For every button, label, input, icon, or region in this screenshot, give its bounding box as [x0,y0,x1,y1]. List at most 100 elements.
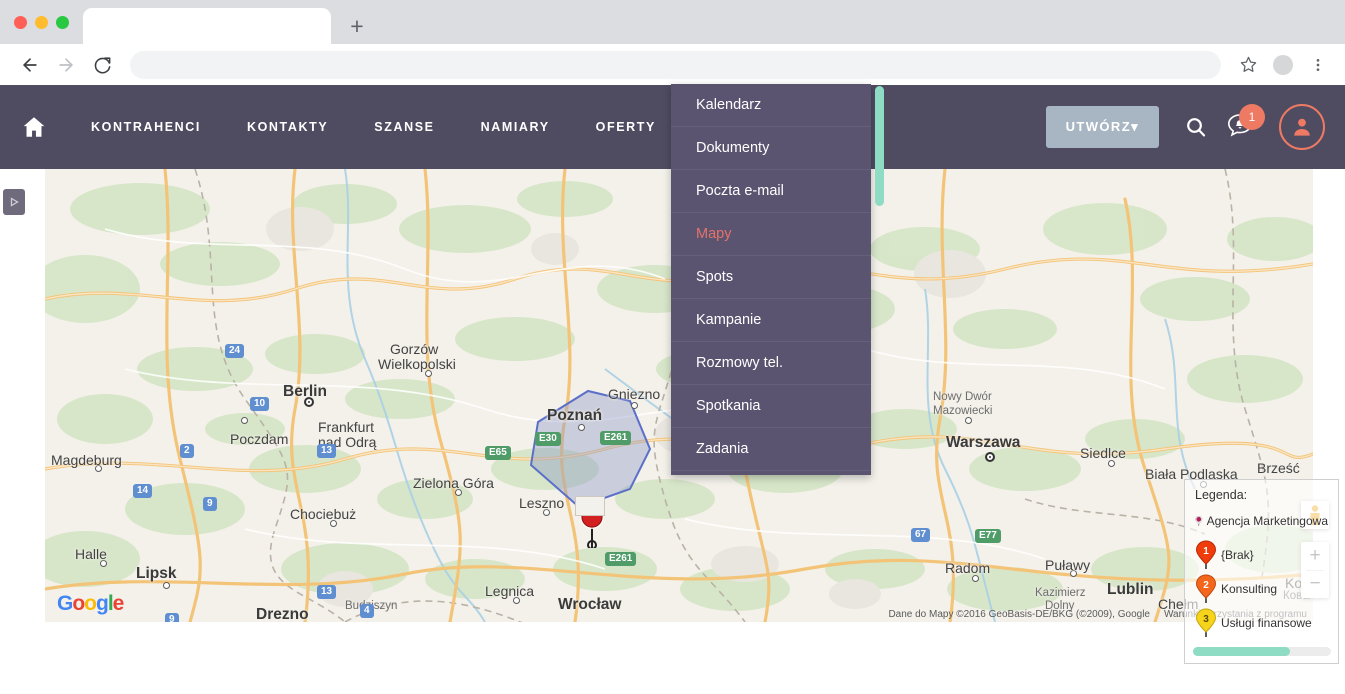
address-bar[interactable] [130,50,1221,79]
forward-arrow-icon[interactable] [50,49,82,81]
map-city-label: Gniezno [608,386,661,402]
browser-tabstrip: + [0,0,1345,44]
map-pin-icon: 3 [1195,608,1217,637]
reload-icon[interactable] [86,49,118,81]
map-road-shield: 4 [360,604,374,618]
map-city-label: Halle [75,546,107,562]
map-pin-icon [1195,515,1203,526]
browser-toolbar [0,44,1345,85]
legend-title: Legenda: [1195,488,1248,502]
dropdown-item-kampanie[interactable]: Kampanie [671,299,871,342]
map-road-shield: 24 [225,344,245,358]
dropdown-item-poczta-email[interactable]: Poczta e-mail [671,170,871,213]
map-city-label: Poczdam [230,431,289,447]
legend-item-uslugi-finansowe[interactable]: 3 Usługi finansowe [1195,606,1328,640]
navbar-actions: UTWÓRZ▾ 1 [1045,85,1345,169]
bookmark-star-icon[interactable] [1235,52,1261,78]
map-road-shield: E30 [535,432,561,446]
city-dot [972,575,979,582]
map-road-shield: E261 [600,431,632,445]
create-button[interactable]: UTWÓRZ▾ [1045,106,1159,148]
city-dot [631,402,638,409]
nav-item-szanse[interactable]: SZANSE [351,85,457,169]
map-road-shield: 9 [165,613,179,622]
close-window-button[interactable] [14,15,27,29]
city-dot [163,582,170,589]
map-city-label: Poznań [547,407,603,424]
page-scrollbar-thumb[interactable] [875,86,884,206]
dropdown-item-dokumenty[interactable]: Dokumenty [671,127,871,170]
map-road-shield: E77 [975,529,1001,543]
map-city-label: Siedlce [1080,445,1126,461]
city-dot [985,452,995,462]
back-arrow-icon[interactable] [14,49,46,81]
map-city-label: Frankfurt [318,419,375,435]
minimize-window-button[interactable] [35,15,48,29]
map-road-shield: 2 [180,444,194,458]
legend-item-agencja-marketingowa[interactable]: Agencja Marketingowa [1195,504,1328,538]
search-icon[interactable] [1177,108,1215,146]
notifications-button[interactable]: 1 [1221,104,1265,146]
map-city-label: Kazimierz [1035,587,1086,599]
map-pin-icon: 2 [1195,574,1217,603]
home-icon[interactable] [0,85,68,169]
chrome-profile-avatar[interactable] [1273,54,1293,75]
nav-item-kontrahenci[interactable]: KONTRAHENCI [68,85,224,169]
map-city-label: Magdeburg [51,452,122,468]
dropdown-item-spots[interactable]: Spots [671,256,871,299]
map-legend: Legenda: Agencja Marketingowa 1 {Brak} 2 [1184,479,1339,664]
map-city-label: Zielona Góra [413,475,494,491]
user-icon[interactable] [1279,104,1325,150]
svg-text:2: 2 [1203,580,1209,591]
map-city-label: Wrocław [558,596,622,613]
map-city-label: Chociebuż [290,506,357,522]
map-road-shield: 10 [250,397,270,411]
map-city-label: Legnica [485,583,535,599]
legend-scrollbar[interactable] [1193,647,1331,656]
new-tab-button[interactable]: + [337,8,377,44]
legend-item-label: Konsulting [1221,582,1278,596]
dropdown-item-rozmowy-tel[interactable]: Rozmowy tel. [671,342,871,385]
nav-item-kontakty[interactable]: KONTAKTY [224,85,351,169]
browser-menu-icon[interactable] [1305,52,1331,78]
map-city-label: Puławy [1045,557,1091,573]
dropdown-item-mapy[interactable]: Mapy [671,213,871,256]
map-city-label: Wielkopolski [378,356,456,372]
legend-item-label: Agencja Marketingowa [1206,514,1328,528]
svg-text:1: 1 [1203,546,1209,557]
map-city-label: Mazowiecki [933,405,993,417]
play-triangle-icon[interactable] [3,189,25,215]
map-city-label: Lipsk [136,565,177,582]
map-city-label: Berlin [283,383,327,400]
map-data-attribution: Dane do Mapy ©2016 GeoBasis-DE/BKG (©200… [888,609,1150,620]
map-road-shield: 67 [911,528,931,542]
dropdown-item-zadania[interactable]: Zadania [671,428,871,471]
browser-chrome: + [0,0,1345,85]
dropdown-item-spotkania[interactable]: Spotkania [671,385,871,428]
map-city-label: Radom [945,560,991,576]
navbar-menu: KONTRAHENCI KONTAKTY SZANSE NAMIARY OFER… [0,85,783,169]
maximize-window-button[interactable] [56,15,69,29]
map-road-shield: 13 [317,444,337,458]
map-road-shield: E65 [485,446,511,460]
wiecej-dropdown-menu: Kalendarz Dokumenty Poczta e-mail Mapy S… [671,84,884,475]
map-info-box [575,496,605,516]
city-dot [965,417,972,424]
google-logo: Google [57,592,124,615]
map-road-shield: 9 [203,497,217,511]
dropdown-item-kalendarz[interactable]: Kalendarz [671,84,871,127]
map-city-label: Lublin [1107,581,1154,598]
map-pin-icon: 1 [1195,540,1217,569]
city-dot [1108,460,1115,467]
map-city-label: Drezno [256,606,309,622]
browser-tab[interactable] [83,8,331,44]
nav-item-oferty[interactable]: OFERTY [573,85,679,169]
nav-item-namiary[interactable]: NAMIARY [458,85,573,169]
legend-item-konsulting[interactable]: 2 Konsulting [1195,572,1328,606]
city-dot [241,417,248,424]
legend-item-label: {Brak} [1221,548,1254,562]
svg-text:3: 3 [1203,614,1209,625]
legend-item-brak[interactable]: 1 {Brak} [1195,538,1328,572]
map-city-label: Nowy Dwór [933,391,992,403]
legend-item-label: Usługi finansowe [1221,616,1312,630]
